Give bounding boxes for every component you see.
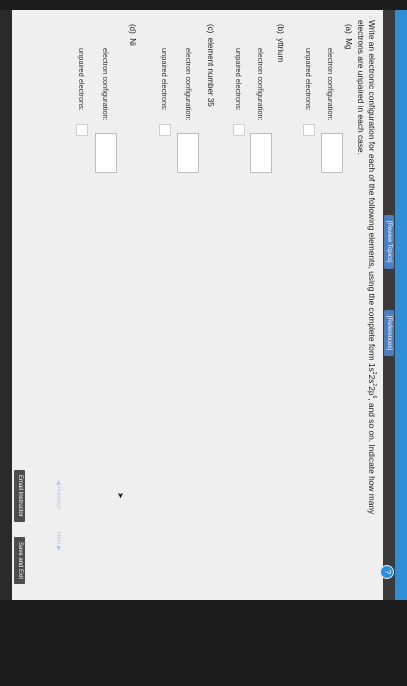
references-button[interactable]: [References]	[384, 310, 394, 357]
part-a-label: (a) Mg	[344, 24, 353, 50]
part-d-config-label: electron configuration:	[101, 48, 110, 121]
previous-button[interactable]: ◀ Previous	[55, 480, 62, 510]
mouse-cursor-icon: ➤	[116, 492, 125, 499]
part-b-unpaired-input[interactable]	[233, 124, 245, 136]
next-button[interactable]: Next ▶	[55, 532, 62, 551]
part-b-unpaired-label: unpaired electrons:	[234, 48, 243, 111]
window-top-edge	[0, 0, 407, 10]
part-d-unpaired-label: unpaired electrons:	[77, 48, 86, 111]
part-b-config-label: electron configuration:	[256, 48, 265, 121]
part-a-unpaired-input[interactable]	[303, 124, 315, 136]
email-instructor-button[interactable]: Email Instructor	[14, 470, 25, 522]
part-b-label: (b) yttrium	[276, 24, 285, 63]
part-d-config-input[interactable]	[95, 133, 117, 173]
part-a-config-input[interactable]	[321, 133, 343, 173]
header-bar: [Review Topics] [References]	[383, 10, 395, 600]
part-a-config-label: electron configuration:	[326, 48, 335, 121]
part-d-unpaired-input[interactable]	[76, 124, 88, 136]
part-c-config-input[interactable]	[177, 133, 199, 173]
review-topics-button[interactable]: [Review Topics]	[384, 215, 394, 269]
help-icon[interactable]: ?	[380, 565, 394, 579]
part-a-unpaired-label: unpaired electrons:	[304, 48, 313, 111]
browser-accent-bar	[395, 10, 407, 600]
part-c-config-label: electron configuration:	[184, 48, 193, 121]
part-c-unpaired-label: unpaired electrons:	[160, 48, 169, 111]
part-d-label: (d) Ni	[128, 24, 137, 46]
part-c-label: (c) element number 35	[206, 24, 215, 107]
question-panel: [Review Topics] [References] ? Write an …	[12, 10, 395, 600]
part-c-unpaired-input[interactable]	[159, 124, 171, 136]
question-prompt: Write an electronic configuration for ea…	[356, 20, 378, 515]
part-b-config-input[interactable]	[250, 133, 272, 173]
desktop-background	[0, 600, 407, 686]
save-and-exit-button[interactable]: Save and Exit	[14, 537, 25, 585]
